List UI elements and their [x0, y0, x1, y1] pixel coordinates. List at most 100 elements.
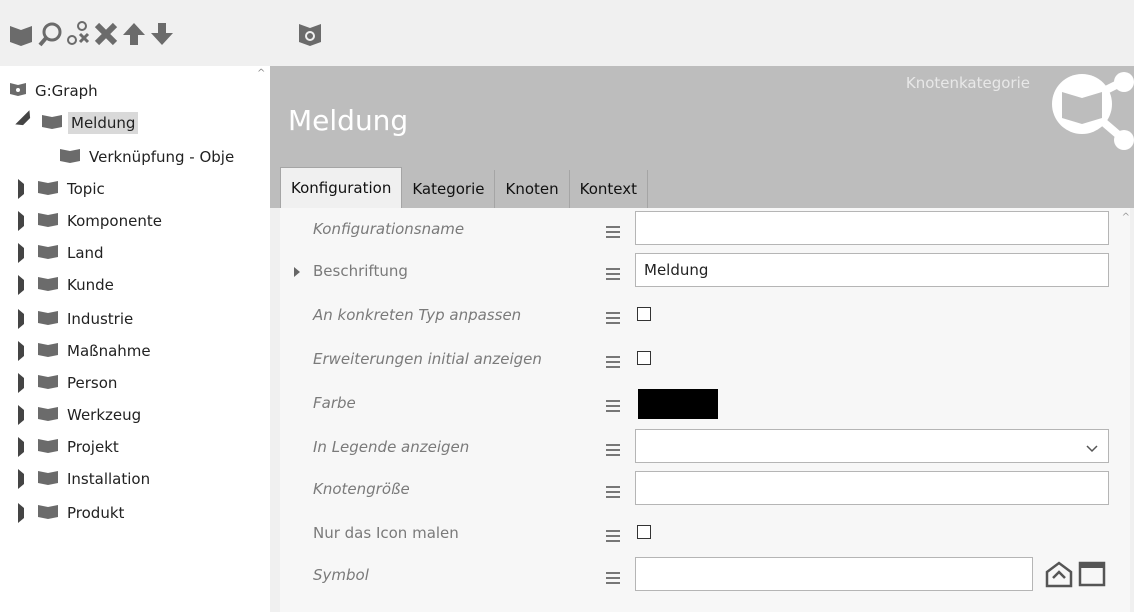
tree-item-label: Maßnahme: [67, 342, 151, 360]
panel-header: Meldung Knotenkategorie Konfiguration Ka…: [270, 66, 1134, 208]
tab-knoten[interactable]: Knoten: [495, 170, 570, 208]
tree-item-projekt[interactable]: Projekt: [18, 434, 122, 460]
field-row-legende: In Legende anzeigen: [280, 428, 1130, 468]
expand-icon[interactable]: [18, 503, 34, 523]
konfigurationsname-input[interactable]: [635, 211, 1109, 245]
expand-icon[interactable]: [18, 437, 34, 457]
detail-panel: Meldung Knotenkategorie Konfiguration Ka…: [270, 66, 1134, 612]
nodes-icon[interactable]: [64, 20, 92, 48]
field-label: Nur das Icon malen: [313, 524, 459, 542]
tree-item-label: Komponente: [67, 212, 162, 230]
field-row-nur-icon: Nur das Icon malen: [280, 514, 1130, 554]
expand-icon[interactable]: [18, 211, 34, 231]
farbe-color-swatch[interactable]: [638, 389, 718, 419]
folder-icon: [38, 503, 58, 523]
folder-icon: [38, 309, 58, 329]
folder-icon[interactable]: [8, 20, 36, 48]
config-form: ^ Konfigurationsname Beschriftung Meldun…: [280, 208, 1130, 612]
hamburger-menu-icon[interactable]: [606, 397, 620, 416]
arrow-down-icon[interactable]: [148, 20, 176, 48]
tree-item-produkt[interactable]: Produkt: [18, 500, 127, 526]
typ-anpassen-checkbox[interactable]: [637, 307, 651, 321]
open-symbol-icon[interactable]: [1044, 560, 1074, 592]
tree-item-label: Werkzeug: [67, 406, 142, 424]
expand-icon[interactable]: [18, 243, 34, 263]
field-row-symbol: Symbol: [280, 556, 1130, 596]
graph-icon: [10, 82, 26, 100]
tree-item-land[interactable]: Land: [18, 240, 107, 266]
collapse-icon[interactable]: [15, 110, 41, 136]
tab-kontext[interactable]: Kontext: [569, 170, 649, 208]
hamburger-menu-icon[interactable]: [606, 483, 620, 502]
expand-icon[interactable]: [18, 405, 34, 425]
tree-item-label: Kunde: [67, 276, 114, 294]
graph-settings-icon[interactable]: [296, 20, 324, 48]
folder-icon: [60, 147, 80, 167]
tree-item-massnahme[interactable]: Maßnahme: [18, 338, 154, 364]
window-icon[interactable]: [1078, 560, 1106, 592]
expand-icon[interactable]: [18, 309, 34, 329]
folder-icon: [42, 113, 62, 133]
field-label: Erweiterungen initial anzeigen: [313, 350, 542, 368]
tree-item-installation[interactable]: Installation: [18, 466, 153, 492]
folder-icon: [38, 275, 58, 295]
tree-item-label: Land: [67, 244, 104, 262]
field-row-knotengroesse: Knotengröße: [280, 470, 1130, 510]
beschriftung-input[interactable]: Meldung: [635, 253, 1109, 287]
folder-icon: [38, 469, 58, 489]
tree-item-verknuepfung[interactable]: Verknüpfung - Obje: [60, 144, 237, 170]
hamburger-menu-icon[interactable]: [606, 309, 620, 328]
tree-item-meldung[interactable]: Meldung: [15, 110, 139, 136]
tree-item-kunde[interactable]: Kunde: [18, 272, 117, 298]
symbol-input[interactable]: [635, 557, 1033, 591]
tree-item-werkzeug[interactable]: Werkzeug: [18, 402, 144, 428]
folder-icon: [38, 211, 58, 231]
tree-item-label: Projekt: [67, 438, 119, 456]
field-row-typ-anpassen: An konkreten Typ anpassen: [280, 296, 1130, 336]
field-row-erweiterungen: Erweiterungen initial anzeigen: [280, 340, 1130, 380]
tree-item-industrie[interactable]: Industrie: [18, 306, 136, 332]
tab-bar: Konfiguration Kategorie Knoten Kontext: [280, 167, 649, 208]
delete-icon[interactable]: [92, 20, 120, 48]
hamburger-menu-icon[interactable]: [606, 353, 620, 372]
scroll-up-icon[interactable]: ^: [257, 68, 265, 79]
hamburger-menu-icon[interactable]: [606, 527, 620, 546]
hamburger-menu-icon[interactable]: [606, 223, 620, 242]
legende-select[interactable]: [635, 429, 1109, 463]
field-label: Knotengröße: [313, 480, 410, 498]
tree-item-topic[interactable]: Topic: [18, 176, 108, 202]
hamburger-menu-icon[interactable]: [606, 265, 620, 284]
expand-icon[interactable]: [18, 179, 34, 199]
field-label: Symbol: [313, 566, 369, 584]
field-row-konfigurationsname: Konfigurationsname: [280, 210, 1130, 250]
tree-item-label: Verknüpfung - Obje: [89, 148, 235, 166]
tab-kategorie[interactable]: Kategorie: [402, 170, 496, 208]
tree-item-label: Topic: [67, 180, 105, 198]
expand-icon[interactable]: [18, 275, 34, 295]
tree-item-label: Produkt: [67, 504, 125, 522]
page-title: Meldung: [288, 104, 409, 137]
expand-icon[interactable]: [294, 267, 300, 277]
tab-konfiguration[interactable]: Konfiguration: [280, 167, 403, 208]
erweiterungen-checkbox[interactable]: [637, 351, 651, 365]
nur-icon-checkbox[interactable]: [637, 525, 651, 539]
hamburger-menu-icon[interactable]: [606, 441, 620, 460]
expand-icon[interactable]: [18, 469, 34, 489]
expand-icon[interactable]: [18, 373, 34, 393]
expand-icon[interactable]: [18, 341, 34, 361]
chevron-down-icon: [1086, 439, 1098, 457]
hamburger-menu-icon[interactable]: [606, 569, 620, 588]
tree-item-label: Installation: [67, 470, 151, 488]
tree-panel: ^ G:Graph Meldung Verknüpfung - Obje Top…: [0, 66, 270, 612]
tree-root[interactable]: G:Graph: [10, 78, 101, 104]
arrow-up-icon[interactable]: [120, 20, 148, 48]
tree-item-person[interactable]: Person: [18, 370, 120, 396]
tree-item-label: Industrie: [67, 310, 134, 328]
tree-item-komponente[interactable]: Komponente: [18, 208, 165, 234]
search-icon[interactable]: [36, 20, 64, 48]
field-label: An konkreten Typ anpassen: [313, 306, 522, 324]
knotengroesse-input[interactable]: [635, 471, 1109, 505]
field-label: Beschriftung: [313, 262, 408, 280]
field-row-beschriftung: Beschriftung Meldung: [280, 252, 1130, 292]
panel-subtitle: Knotenkategorie: [905, 74, 1030, 92]
